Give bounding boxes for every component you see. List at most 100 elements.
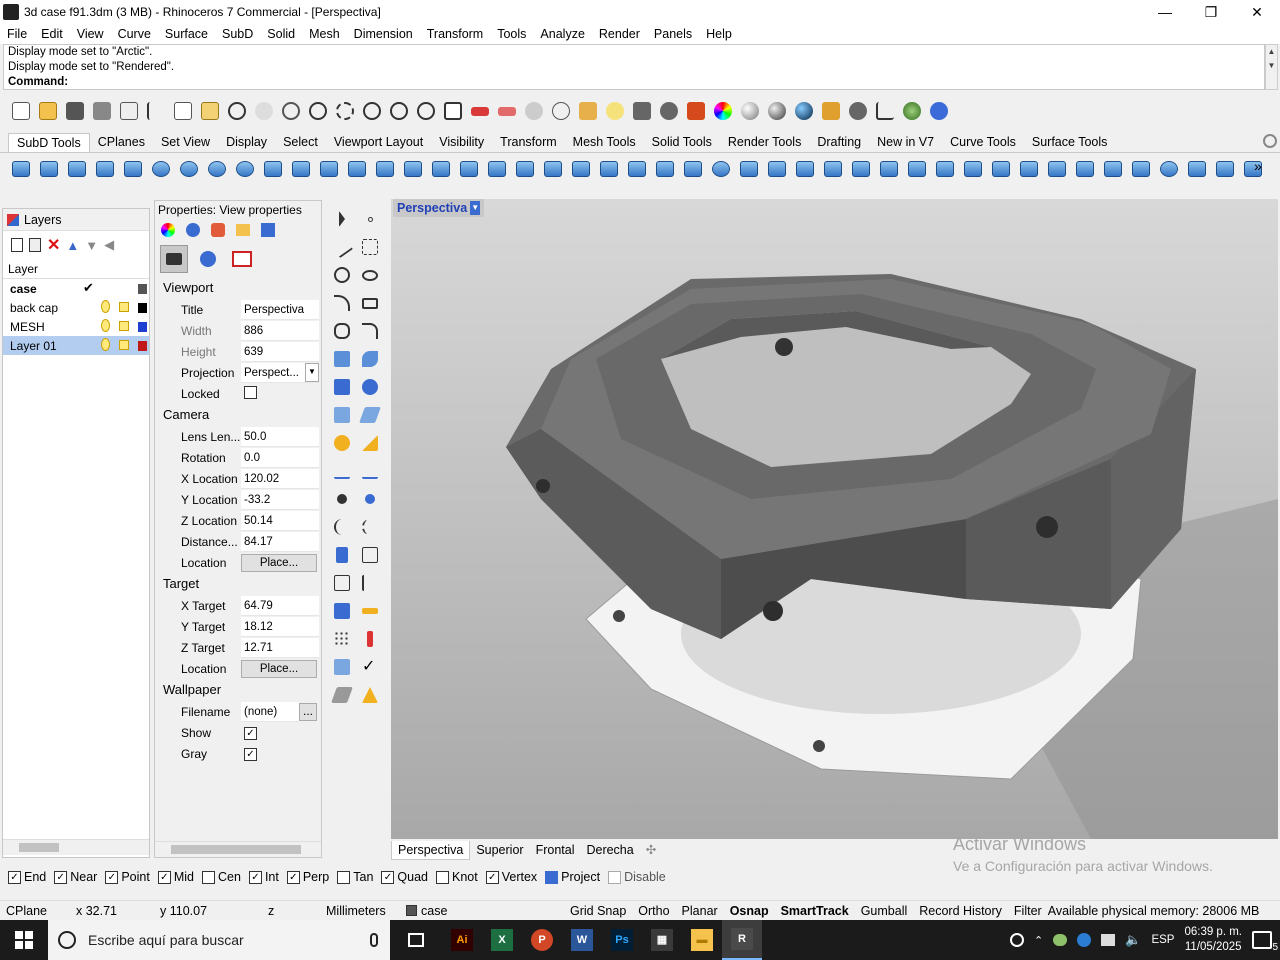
material-sphere-icon[interactable] [186, 223, 200, 237]
osnap-project[interactable]: Project [545, 870, 600, 884]
undo-view-icon[interactable] [413, 99, 438, 124]
subd-net-sphere-icon[interactable] [1156, 157, 1181, 181]
taskbar-app-calculator[interactable]: ▦ [642, 920, 682, 960]
tab-surface-tools[interactable]: Surface Tools [1024, 133, 1116, 152]
record-history-toggle[interactable]: Record History [913, 904, 1008, 918]
layer-color-swatch[interactable] [138, 283, 147, 294]
blue-box-icon[interactable] [330, 599, 354, 623]
viewport-frame-icon[interactable] [228, 245, 256, 273]
subd-mirror-icon[interactable] [820, 157, 845, 181]
target-place-button[interactable]: Place... [241, 659, 317, 678]
ungroup-icon[interactable] [358, 487, 382, 511]
group-icon[interactable] [330, 487, 354, 511]
tab-new-in-v7[interactable]: New in V7 [869, 133, 942, 152]
ruler-icon[interactable] [358, 599, 382, 623]
layer-icon[interactable] [656, 99, 681, 124]
show-checkbox[interactable]: ✓ [244, 727, 257, 740]
print-icon[interactable] [89, 99, 114, 124]
menu-view[interactable]: View [70, 27, 111, 41]
check-icon[interactable]: ✓ [358, 655, 382, 679]
tab-derecha[interactable]: Derecha [580, 841, 639, 860]
ghosted-icon[interactable] [521, 99, 546, 124]
menu-panels[interactable]: Panels [647, 27, 699, 41]
move-up-icon[interactable]: ▲ [66, 238, 79, 253]
tab-display[interactable]: Display [218, 133, 275, 152]
camera-icon[interactable] [160, 245, 188, 273]
zoom-selected-icon[interactable] [386, 99, 411, 124]
osnap-toggle[interactable]: Osnap [724, 904, 775, 918]
dimension-linear-icon[interactable] [330, 459, 354, 483]
projection-select[interactable]: Perspect... ▼ [241, 362, 319, 383]
subd-align-icon[interactable] [792, 157, 817, 181]
light-bulb-icon[interactable] [602, 99, 627, 124]
osnap-checkbox[interactable]: ✓ [105, 870, 119, 884]
subd-bucket-icon[interactable] [764, 157, 789, 181]
osnap-checkbox[interactable]: ✓ [381, 870, 395, 884]
subd-tools-icon[interactable] [1044, 157, 1069, 181]
subd-brush-icon[interactable] [1212, 157, 1237, 181]
subd-loft-icon[interactable] [400, 157, 425, 181]
lens-length-field[interactable]: 50.0 [241, 426, 319, 447]
osnap-checkbox[interactable] [436, 870, 449, 884]
undo-icon[interactable] [224, 99, 249, 124]
browse-button[interactable]: ... [299, 702, 317, 721]
osnap-end[interactable]: ✓ End [8, 870, 46, 884]
lock-icon[interactable] [119, 321, 129, 331]
subd-grid-icon[interactable] [680, 157, 705, 181]
texture-icon[interactable] [211, 223, 225, 237]
osnap-checkbox[interactable] [608, 870, 622, 884]
cplane-icon[interactable] [548, 99, 573, 124]
tab-perspectiva[interactable]: Perspectiva [391, 840, 471, 860]
shaded-sphere-icon[interactable] [737, 99, 762, 124]
x-location-field[interactable]: 120.02 [241, 468, 319, 489]
x-target-field[interactable]: 64.79 [241, 595, 319, 616]
curve-cv-icon[interactable] [358, 235, 382, 259]
fillet-curve-icon[interactable] [358, 319, 382, 343]
restore-button[interactable]: ❐ [1188, 0, 1234, 24]
y-location-field[interactable]: -33.2 [241, 489, 319, 510]
menu-render[interactable]: Render [592, 27, 647, 41]
new-sublayer-icon[interactable] [29, 238, 41, 252]
delete-layer-icon[interactable]: ✕ [47, 235, 60, 255]
point-icon[interactable] [358, 207, 382, 231]
osnap-disable[interactable]: Disable [608, 870, 666, 884]
menu-curve[interactable]: Curve [111, 27, 158, 41]
subd-unweld-icon[interactable] [652, 157, 677, 181]
split-icon[interactable] [358, 515, 382, 539]
layer-row-back-cap[interactable]: back cap [3, 298, 149, 317]
light-bulb-icon[interactable] [101, 319, 110, 332]
subd-pipe-icon[interactable] [260, 157, 285, 181]
subd-sweep2-icon[interactable] [344, 157, 369, 181]
app-tray-icon[interactable] [1077, 933, 1092, 947]
y-target-field[interactable]: 18.12 [241, 616, 319, 637]
subd-convert-icon[interactable] [1072, 157, 1097, 181]
osnap-checkbox[interactable]: ✓ [157, 870, 171, 884]
people-icon[interactable] [1010, 933, 1025, 947]
subd-sphere-icon[interactable] [148, 157, 173, 181]
ellipse-icon[interactable] [358, 263, 382, 287]
subd-extrude-icon[interactable] [288, 157, 313, 181]
smarttrack-toggle[interactable]: SmartTrack [775, 904, 855, 918]
layer-row-case[interactable]: case ✔ [3, 279, 149, 298]
rectangle-icon[interactable] [358, 291, 382, 315]
subd-sweep1-icon[interactable] [316, 157, 341, 181]
paste-icon[interactable] [197, 99, 222, 124]
chevron-down-icon[interactable]: ▼ [470, 201, 481, 215]
command-history[interactable]: Display mode set to "Arctic". Display mo… [3, 44, 1265, 90]
subd-weld-icon[interactable] [596, 157, 621, 181]
open-file-icon[interactable] [35, 99, 60, 124]
layer-color-swatch[interactable] [138, 340, 147, 351]
osnap-point[interactable]: ✓ Point [105, 870, 150, 884]
taskbar-app-excel[interactable]: X [482, 920, 522, 960]
toolbar-overflow-chevron-icon[interactable]: » [1254, 158, 1262, 174]
distance-field[interactable]: 84.17 [241, 531, 319, 552]
windows-start-icon[interactable] [0, 920, 48, 960]
rotation-field[interactable]: 0.0 [241, 447, 319, 468]
zoom-extents-icon[interactable] [359, 99, 384, 124]
units[interactable]: Millimeters [320, 904, 400, 918]
taskbar-app-word[interactable]: W [562, 920, 602, 960]
dimension-icon[interactable] [872, 99, 897, 124]
tab-subd-tools[interactable]: SubD Tools [8, 133, 90, 152]
subd-to-nurbs-icon[interactable] [1100, 157, 1125, 181]
planar-toggle[interactable]: Planar [676, 904, 724, 918]
